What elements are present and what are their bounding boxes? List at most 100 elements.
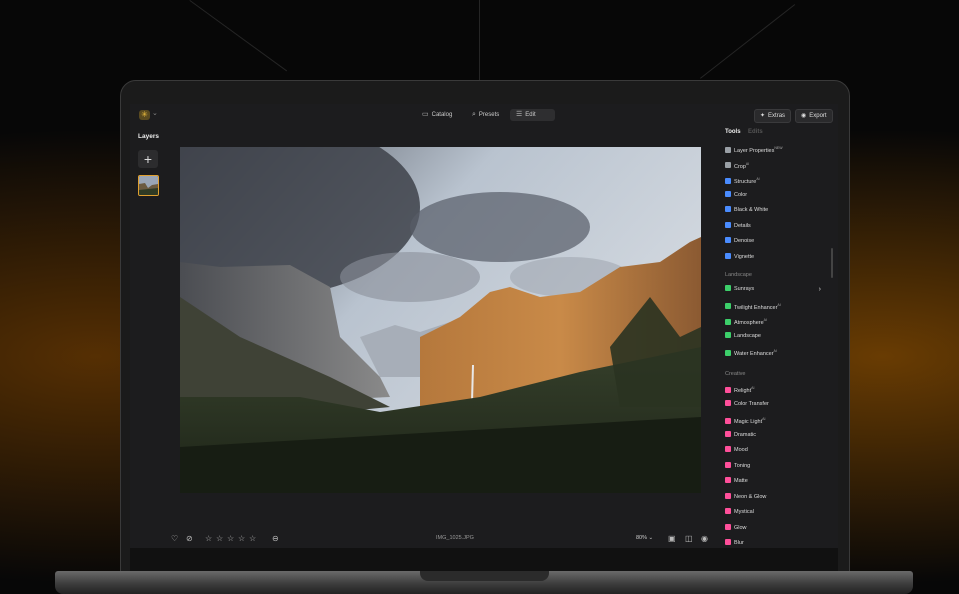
- tool-label: Mystical: [734, 509, 754, 515]
- extras-button[interactable]: ✦ Extras: [754, 109, 792, 123]
- star-icon[interactable]: ☆: [249, 534, 256, 544]
- tool-icon: [725, 446, 731, 452]
- tool-badge: NEW: [774, 146, 783, 150]
- chevron-down-icon[interactable]: ⌄: [152, 109, 158, 117]
- panel-scrollbar[interactable]: [831, 248, 833, 278]
- tool-item[interactable]: StructureAI: [725, 174, 825, 185]
- tool-item[interactable]: Black & White: [725, 205, 825, 216]
- tool-icon: [725, 430, 731, 437]
- tool-item[interactable]: Blur: [725, 538, 825, 548]
- tool-item[interactable]: Color: [725, 190, 825, 201]
- compare-icon[interactable]: ▣: [668, 534, 676, 544]
- tool-item[interactable]: Vignette: [725, 252, 825, 263]
- search-icon: ⌕: [472, 111, 476, 118]
- tool-label: Dramatic: [734, 431, 757, 438]
- tool-item[interactable]: Landscape: [725, 331, 825, 342]
- tool-item[interactable]: Sunrays ›: [725, 284, 825, 295]
- star-icon[interactable]: ☆: [216, 534, 223, 544]
- tool-item[interactable]: AtmosphereAI: [725, 315, 825, 326]
- app-logo-icon[interactable]: ✳: [139, 110, 150, 120]
- tool-item[interactable]: Toning: [725, 461, 825, 472]
- main-photo[interactable]: [180, 147, 701, 493]
- tool-badge: AI: [762, 417, 766, 421]
- tool-label: Atmosphere: [734, 319, 764, 326]
- tab-tools[interactable]: Tools: [725, 129, 741, 135]
- tool-item[interactable]: Color Transfer: [725, 399, 825, 410]
- tool-icon: [725, 492, 731, 499]
- tool-item[interactable]: Mystical: [725, 507, 825, 518]
- tool-item[interactable]: Water EnhancerAI: [725, 346, 825, 357]
- tool-label: Magic Light: [734, 418, 763, 425]
- background-line: [700, 4, 796, 79]
- reject-icon[interactable]: ⊖: [272, 534, 279, 544]
- tool-label: Layer Properties: [734, 147, 775, 154]
- tool-icon: [725, 237, 731, 243]
- background-line: [189, 0, 288, 72]
- layers-title: Layers: [138, 133, 159, 140]
- tool-item[interactable]: Magic LightAI: [725, 414, 825, 425]
- tool-icon: [725, 508, 731, 514]
- export-button[interactable]: ◉ Export: [795, 109, 833, 123]
- laptop-notch: [420, 571, 549, 581]
- background-line: [479, 0, 480, 80]
- tool-badge: AI: [756, 177, 760, 181]
- tool-label: Water Enhancer: [734, 350, 774, 357]
- eye-icon[interactable]: ◉: [701, 534, 708, 544]
- layer-thumbnail-image: [139, 176, 158, 195]
- zoom-dropdown[interactable]: 80% ⌄: [636, 535, 653, 541]
- layer-thumbnail[interactable]: [138, 175, 159, 196]
- tool-icon: [725, 146, 731, 153]
- tool-badge: AI: [763, 318, 767, 322]
- tool-item[interactable]: Mood: [725, 445, 825, 456]
- tool-item[interactable]: CropAI: [725, 159, 825, 170]
- tab-edit[interactable]: ☰ Edit: [510, 109, 555, 121]
- tool-icon: [725, 477, 731, 483]
- star-icon[interactable]: ☆: [238, 534, 245, 544]
- export-icon: ◉: [801, 113, 807, 119]
- laptop-chin: [130, 548, 838, 571]
- star-icon[interactable]: ☆: [205, 534, 212, 544]
- tool-item[interactable]: Twilight EnhancerAI: [725, 300, 825, 311]
- tool-label: Blur: [734, 540, 744, 546]
- tool-icon: [725, 162, 731, 169]
- tool-icon: [725, 206, 731, 212]
- tool-label: Crop: [734, 163, 746, 170]
- tool-item[interactable]: Dramatic: [725, 430, 825, 441]
- tool-icon: [725, 399, 731, 406]
- tool-item[interactable]: Details: [725, 221, 825, 232]
- tool-label: Relight: [734, 387, 752, 394]
- tool-label: Vignette: [734, 253, 755, 260]
- tool-label: Details: [734, 222, 751, 229]
- tool-label: Black & White: [734, 207, 769, 213]
- tools-panel: Tools Edits Layer PropertiesNEW CropAI Str…: [725, 126, 833, 548]
- tool-label: Sunrays: [734, 286, 755, 292]
- tab-edits[interactable]: Edits: [748, 129, 763, 135]
- tool-label: Structure: [734, 178, 757, 185]
- star-icon[interactable]: ☆: [227, 534, 234, 544]
- tool-item[interactable]: Denoise: [725, 236, 825, 247]
- section-creative[interactable]: Creative: [725, 371, 745, 377]
- section-landscape[interactable]: Landscape: [725, 272, 752, 278]
- add-layer-button[interactable]: +: [138, 150, 158, 168]
- tool-label: Color Transfer: [734, 400, 769, 407]
- tool-item[interactable]: Matte: [725, 476, 825, 487]
- tab-catalog[interactable]: ▭ Catalog: [416, 109, 458, 121]
- tool-label: Glow: [734, 524, 747, 531]
- folder-icon: ▭: [422, 111, 429, 118]
- tool-label: Color: [734, 191, 748, 198]
- file-name: IMG_1025.JPG: [436, 535, 474, 541]
- heart-icon[interactable]: ♡: [171, 534, 178, 544]
- tool-item[interactable]: RelightAI: [725, 383, 825, 394]
- app-window: ✳ ⌄ ▭ Catalog ⌕ Presets ☰ Edit ✦ Extras ◉ Exp…: [130, 104, 838, 548]
- tool-item[interactable]: Neon & Glow: [725, 492, 825, 503]
- flag-icon[interactable]: ⊘: [186, 534, 193, 544]
- tool-item[interactable]: Glow: [725, 523, 825, 534]
- top-bar: ✳ ⌄ ▭ Catalog ⌕ Presets ☰ Edit ✦ Extras ◉ Exp…: [130, 104, 838, 126]
- info-icon[interactable]: ◫: [685, 534, 693, 544]
- tool-icon: [725, 285, 731, 291]
- plus-icon: ✦: [760, 113, 766, 119]
- tab-presets[interactable]: ⌕ Presets: [466, 109, 505, 121]
- chevron-right-icon: ›: [818, 286, 821, 293]
- tool-icon: [725, 303, 731, 310]
- tool-item[interactable]: Layer PropertiesNEW: [725, 143, 825, 154]
